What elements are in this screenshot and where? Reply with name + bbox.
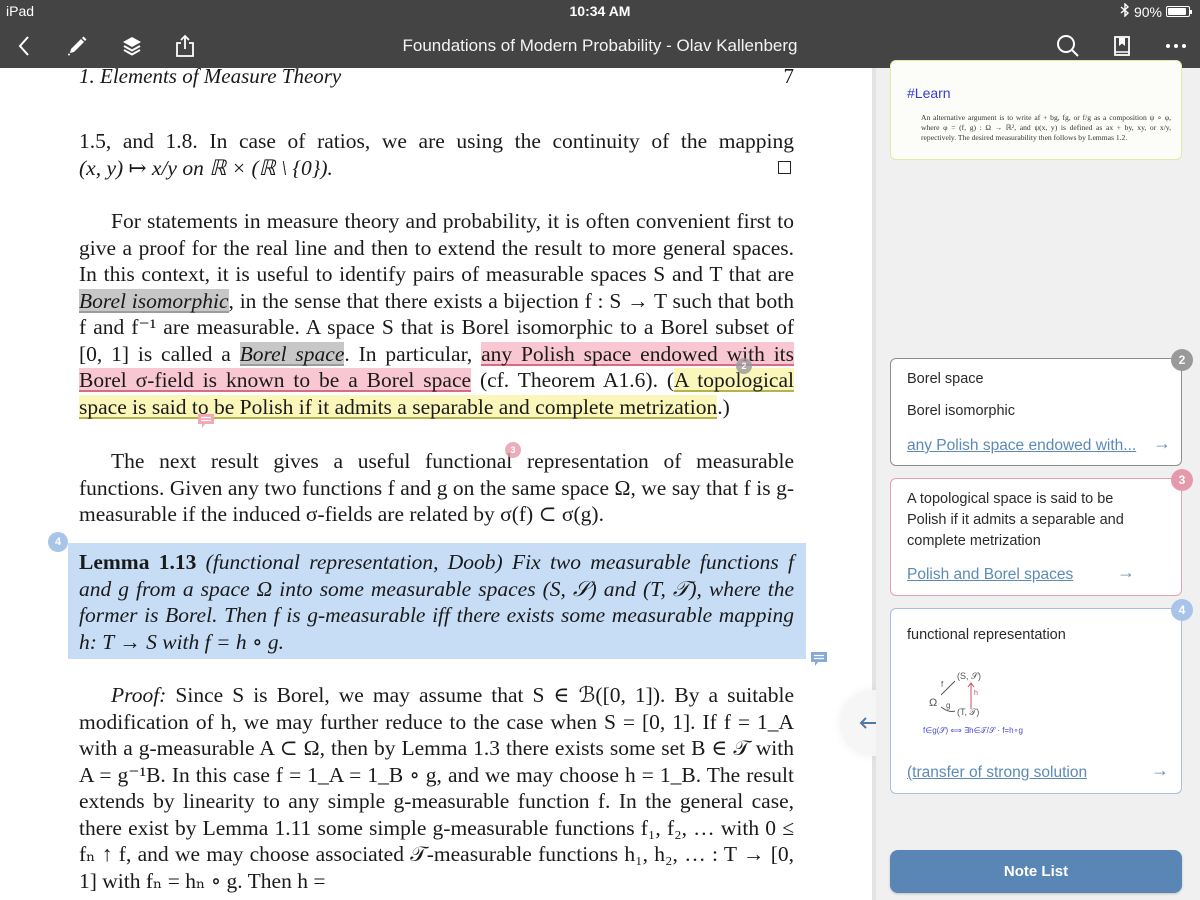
battery-icon: [1166, 6, 1192, 17]
note-marker-2[interactable]: 2: [736, 358, 752, 374]
status-bar: iPad 10:34 AM 90%: [0, 0, 1200, 24]
running-head: 1. Elements of Measure Theory 7: [79, 68, 794, 89]
highlight-borel-isomorphic[interactable]: Borel isomorphic: [79, 288, 229, 313]
bookmark-button[interactable]: [1106, 30, 1138, 62]
paragraph-2-text-d: (cf. Theorem A1.6). (: [471, 368, 675, 392]
status-right: 90%: [1120, 2, 1192, 20]
note-text: A topological space is said to be Polish…: [907, 491, 1124, 549]
sketch-label-f: f: [941, 680, 944, 689]
note-title: functional representation: [907, 627, 1066, 643]
note-link[interactable]: Polish and Borel spaces: [907, 566, 1073, 584]
lemma-1-13: Lemma 1.13 (functional representation, D…: [79, 549, 794, 655]
note-term: Borel isomorphic: [907, 403, 1015, 419]
pdf-page[interactable]: 1. Elements of Measure Theory 7 1.5, and…: [0, 68, 872, 900]
sketch-label-h: h: [974, 690, 978, 697]
note-link[interactable]: any Polish space endowed with...: [907, 437, 1136, 455]
paragraph-2-text-e: .): [717, 394, 730, 419]
highlight-borel-space[interactable]: Borel space: [239, 341, 345, 366]
battery-level-fill: [1168, 8, 1186, 15]
note-term: Borel space: [907, 371, 984, 387]
qed-symbol: [778, 161, 791, 174]
comment-icon[interactable]: [197, 413, 215, 429]
note-list-button[interactable]: Note List: [890, 850, 1182, 893]
more-icon: [1166, 44, 1186, 48]
sketch-label-s: (S, 𝒮): [957, 671, 981, 681]
paragraph-2-text-a: For statements in measure theory and pro…: [79, 209, 794, 286]
note-card-3[interactable]: 3 A topological space is said to be Poli…: [890, 469, 1193, 596]
paragraph-1-line-2: (x, y) ↦ x/y on ℝ × (ℝ \ {0}).: [79, 155, 333, 180]
paragraph-2-text-c: . In particular,: [344, 341, 482, 366]
clock: 10:34 AM: [569, 3, 631, 19]
battery-percent: 90%: [1133, 3, 1162, 20]
paragraph-1-line-1: 1.5, and 1.8. In case of ratios, we are …: [79, 129, 794, 153]
note-badge-3: 3: [1171, 469, 1193, 491]
paragraph-3: The next result gives a useful functiona…: [79, 449, 794, 526]
note-marker-3[interactable]: 3: [505, 442, 521, 458]
page-number: 7: [783, 68, 795, 88]
arrow-right-icon[interactable]: →: [1117, 562, 1135, 583]
arrow-right-icon[interactable]: →: [1153, 433, 1171, 454]
handwritten-sketch: (S, 𝒮) Ω (T, 𝒯) f g h f∈g(𝒮) ⟺ ∃h∈𝒯/𝒮 · …: [923, 671, 1023, 735]
search-icon: [1057, 35, 1079, 57]
comment-icon[interactable]: [810, 651, 828, 667]
notes-sidebar: #Learn An alternative argument is to wri…: [876, 60, 1200, 900]
note-badge-4: 4: [1171, 599, 1193, 621]
paragraph-1: 1.5, and 1.8. In case of ratios, we are …: [79, 128, 794, 181]
note-link[interactable]: (transfer of strong solution: [907, 764, 1087, 782]
arrow-right-icon[interactable]: →: [1151, 760, 1169, 781]
note-card-learn[interactable]: #Learn An alternative argument is to wri…: [890, 60, 1182, 160]
running-head-title: 1. Elements of Measure Theory: [79, 68, 342, 88]
sketch-label-g: g: [946, 701, 950, 710]
sketch-caption: f∈g(𝒮) ⟺ ∃h∈𝒯/𝒮 · f=h∘g: [923, 726, 1023, 735]
sketch-label-t: (T, 𝒯): [957, 707, 979, 717]
note-card-2[interactable]: 2 Borel space Borel isomorphic any Polis…: [890, 349, 1193, 466]
document-title: Foundations of Modern Probability - Olav…: [402, 36, 798, 55]
note-badge-2: 2: [1171, 349, 1193, 371]
note-marker-4[interactable]: 4: [48, 532, 68, 552]
proof-label: Proof:: [111, 683, 167, 707]
note-card-4[interactable]: 4 functional representation (S, 𝒮) Ω (T,…: [890, 599, 1193, 794]
bookmark-icon: [1114, 36, 1130, 56]
sketch-label-omega: Ω: [929, 697, 937, 709]
note-snippet: An alternative argument is to write af +…: [921, 113, 1171, 142]
note-tag[interactable]: #Learn: [907, 85, 951, 101]
proof-paragraph: Proof: Since S is Borel, we may assume t…: [79, 682, 794, 894]
lemma-label: Lemma 1.13: [79, 550, 197, 574]
bluetooth-icon: [1120, 2, 1130, 20]
search-button[interactable]: [1052, 30, 1084, 62]
paragraph-2: For statements in measure theory and pro…: [79, 208, 795, 420]
more-button[interactable]: [1160, 30, 1192, 62]
proof-body: Since S is Borel, we may assume that S ∈…: [79, 683, 794, 893]
